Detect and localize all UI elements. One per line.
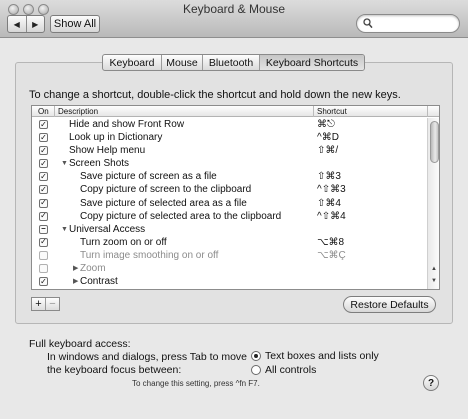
- checkbox-checked[interactable]: ✓: [39, 237, 48, 247]
- row-description: Save picture of selected area as a file: [80, 197, 247, 209]
- table-row[interactable]: ▶ Zoom: [32, 262, 427, 275]
- checkbox-checked[interactable]: ✓: [39, 120, 48, 129]
- table-row[interactable]: – ▼ Universal Access: [32, 223, 427, 236]
- row-shortcut[interactable]: ⇧⌘3: [317, 170, 341, 183]
- back-arrow-icon[interactable]: ◀: [8, 16, 26, 32]
- show-all-button[interactable]: Show All: [50, 15, 100, 33]
- radio-all-controls[interactable]: All controls: [251, 364, 316, 376]
- checkbox-checked[interactable]: ✓: [39, 198, 48, 208]
- row-shortcut[interactable]: ⇧⌘4: [317, 197, 341, 210]
- disclosure-expanded-icon[interactable]: ▼: [61, 223, 68, 236]
- vertical-scrollbar[interactable]: ▲ ▼: [427, 118, 439, 289]
- instructions-text: To change a shortcut, double-click the s…: [29, 89, 401, 101]
- table-row[interactable]: ✓ Look up in Dictionary ^⌘D: [32, 131, 427, 144]
- row-description: Zoom: [80, 263, 106, 275]
- remove-shortcut-button[interactable]: −: [45, 298, 59, 310]
- row-shortcut[interactable]: ^⇧⌘3: [317, 183, 346, 196]
- radio-text-boxes-only[interactable]: Text boxes and lists only: [251, 350, 379, 362]
- description-line-2: the keyboard focus between:: [47, 364, 182, 376]
- table-row[interactable]: ✓ Save picture of screen as a file ⇧⌘3: [32, 170, 427, 183]
- disclosure-expanded-icon[interactable]: ▼: [61, 157, 68, 170]
- full-keyboard-access-label: Full keyboard access:: [29, 338, 131, 350]
- navigation-buttons: ◀ ▶: [7, 15, 45, 33]
- row-description: Show Help menu: [69, 145, 146, 157]
- table-row[interactable]: ✓ Hide and show Front Row ⌘⎋: [32, 118, 427, 131]
- column-header-shortcut[interactable]: Shortcut: [317, 107, 347, 116]
- tab-bluetooth[interactable]: Bluetooth: [202, 55, 259, 70]
- table-rows: ✓ Hide and show Front Row ⌘⎋ ✓ Look up in Di…: [32, 118, 427, 288]
- column-header-description[interactable]: Description: [58, 107, 98, 116]
- radio-label: All controls: [265, 364, 317, 376]
- table-row[interactable]: ✓ Turn zoom on or off ⌥⌘8: [32, 236, 427, 249]
- restore-defaults-button[interactable]: Restore Defaults: [343, 296, 436, 313]
- search-icon: [363, 18, 373, 29]
- column-header-on[interactable]: On: [38, 107, 49, 116]
- checkbox-unchecked[interactable]: [39, 264, 48, 274]
- description-line-1: In windows and dialogs, press Tab to mov…: [47, 351, 248, 363]
- checkbox-checked[interactable]: ✓: [39, 133, 48, 143]
- help-button[interactable]: ?: [423, 375, 439, 391]
- checkbox-checked[interactable]: ✓: [39, 146, 48, 156]
- table-row[interactable]: ✓ ▼ Screen Shots: [32, 157, 427, 170]
- add-shortcut-button[interactable]: +: [32, 298, 45, 310]
- checkbox-checked[interactable]: ✓: [39, 185, 48, 195]
- disclosure-collapsed-icon[interactable]: ▶: [73, 262, 78, 275]
- row-description: Universal Access: [69, 223, 146, 235]
- row-description: Turn image smoothing on or off: [80, 249, 219, 261]
- checkbox-unchecked[interactable]: [39, 250, 48, 260]
- scrollbar-thumb[interactable]: [430, 121, 439, 163]
- full-keyboard-access-description: In windows and dialogs, press Tab to mov…: [47, 351, 247, 377]
- tab-bar: Keyboard Mouse Bluetooth Keyboard Shortc…: [102, 54, 365, 71]
- search-input[interactable]: [375, 16, 455, 31]
- radio-label: Text boxes and lists only: [265, 350, 379, 362]
- scroll-down-arrow-icon[interactable]: ▼: [431, 278, 437, 284]
- table-row[interactable]: Turn image smoothing on or off ⌥⌘Ç: [32, 249, 427, 262]
- table-row[interactable]: ✓ Show Help menu ⇧⌘/: [32, 144, 427, 157]
- table-row[interactable]: ✓ Copy picture of screen to the clipboard…: [32, 183, 427, 196]
- row-description: Screen Shots: [69, 158, 130, 170]
- tab-keyboard[interactable]: Keyboard: [103, 55, 161, 70]
- table-row[interactable]: ✓ Save picture of selected area as a file…: [32, 197, 427, 210]
- row-description: Turn zoom on or off: [80, 236, 167, 248]
- search-field[interactable]: [356, 14, 460, 33]
- row-shortcut[interactable]: ⌥⌘8: [317, 236, 344, 249]
- row-shortcut[interactable]: ^⇧⌘4: [317, 210, 346, 223]
- checkbox-checked[interactable]: ✓: [39, 159, 48, 169]
- table-row[interactable]: ✓ ▶ Contrast: [32, 275, 427, 288]
- row-description: Copy picture of selected area to the cli…: [80, 210, 282, 222]
- row-shortcut[interactable]: ^⌘D: [317, 131, 339, 144]
- row-shortcut[interactable]: ⌘⎋: [317, 118, 335, 131]
- row-shortcut[interactable]: ⇧⌘/: [317, 144, 338, 157]
- shortcuts-table[interactable]: On Description Shortcut ✓ Hide and show F…: [31, 105, 440, 290]
- title-bar: Keyboard & Mouse ◀ ▶ Show All: [0, 0, 468, 38]
- row-description: Copy picture of screen to the clipboard: [80, 184, 252, 196]
- row-description: Hide and show Front Row: [69, 119, 185, 130]
- checkbox-checked[interactable]: ✓: [39, 172, 48, 182]
- checkbox-checked[interactable]: ✓: [39, 277, 48, 287]
- keyboard-access-note: To change this setting, press ^fn F7.: [132, 379, 260, 388]
- preferences-window: Keyboard & Mouse ◀ ▶ Show All Keyboard M…: [0, 0, 468, 419]
- add-remove-buttons: + −: [31, 297, 60, 311]
- row-shortcut[interactable]: ⌥⌘Ç: [317, 249, 346, 262]
- forward-arrow-icon[interactable]: ▶: [25, 16, 45, 32]
- checkbox-checked[interactable]: ✓: [39, 211, 48, 221]
- tab-keyboard-shortcuts[interactable]: Keyboard Shortcuts: [259, 55, 364, 70]
- radio-button-unselected[interactable]: [251, 365, 261, 375]
- scroll-up-arrow-icon[interactable]: ▲: [431, 266, 437, 272]
- table-row[interactable]: ✓ Copy picture of selected area to the cl…: [32, 210, 427, 223]
- checkbox-mixed[interactable]: –: [39, 224, 48, 234]
- row-description: Look up in Dictionary: [69, 132, 163, 144]
- table-header: On Description Shortcut: [32, 106, 439, 117]
- tab-mouse[interactable]: Mouse: [161, 55, 202, 70]
- disclosure-collapsed-icon[interactable]: ▶: [73, 275, 78, 288]
- row-description: Save picture of screen as a file: [80, 171, 217, 183]
- row-description: Contrast: [80, 276, 118, 288]
- radio-button-selected[interactable]: [251, 351, 261, 361]
